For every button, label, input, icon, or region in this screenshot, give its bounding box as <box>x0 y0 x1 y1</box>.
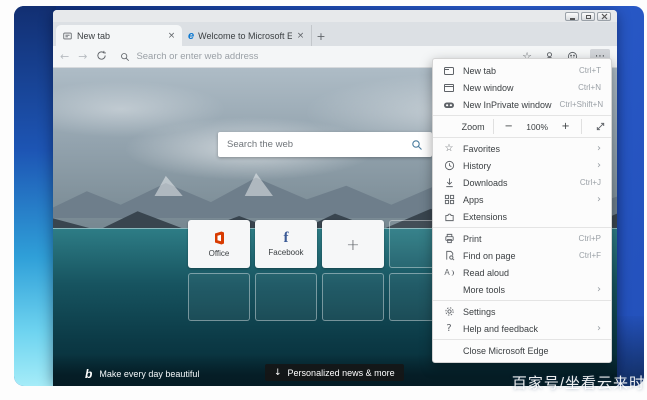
search-placeholder: Search the web <box>227 139 411 150</box>
chevron-right-icon: › <box>597 285 601 295</box>
minimize-button[interactable] <box>565 12 579 21</box>
chevron-right-icon: › <box>597 144 601 154</box>
menu-item-new-window[interactable]: New window Ctrl+N <box>433 79 611 96</box>
read-aloud-icon: A <box>443 268 455 277</box>
settings-gear-icon <box>443 306 455 317</box>
menu-item-print[interactable]: Print Ctrl+P <box>433 230 611 247</box>
downloads-icon <box>443 177 455 188</box>
tab-close-icon[interactable]: × <box>296 31 305 41</box>
quick-link-tiles: Office f Facebook + <box>188 220 451 268</box>
settings-and-more-menu: New tab Ctrl+T New window Ctrl+N New InP… <box>432 58 612 363</box>
menu-item-settings[interactable]: Settings <box>433 303 611 320</box>
tab-new-tab[interactable]: New tab × <box>56 25 182 46</box>
tile-label: Facebook <box>268 248 303 257</box>
office-icon <box>211 230 227 246</box>
bing-tagline: Make every day beautiful <box>99 369 199 379</box>
personalized-news-button[interactable]: ↓ Personalized news & more <box>265 364 404 381</box>
chevron-right-icon: › <box>597 195 601 205</box>
print-icon <box>443 233 455 244</box>
news-button-label: Personalized news & more <box>288 368 395 378</box>
tab-title: New tab <box>77 31 163 41</box>
chevron-right-icon: › <box>597 161 601 171</box>
tab-strip: New tab × e Welcome to Microsoft Edge Ca… <box>53 22 617 46</box>
menu-item-help-and-feedback[interactable]: ? Help and feedback › <box>433 320 611 337</box>
close-icon <box>601 13 608 20</box>
tile-label: Office <box>209 249 230 258</box>
tab-title: Welcome to Microsoft Edge Can <box>198 31 292 41</box>
help-question-icon: ? <box>443 323 455 334</box>
new-tab-icon <box>443 65 455 77</box>
menu-item-read-aloud[interactable]: A Read aloud <box>433 264 611 281</box>
empty-tile-slot <box>255 273 317 321</box>
watermark-text: 百家号/坐看云来时 <box>512 372 645 393</box>
refresh-icon[interactable] <box>96 50 107 64</box>
new-tab-page-icon <box>62 31 73 41</box>
menu-item-new-tab[interactable]: New tab Ctrl+T <box>433 62 611 79</box>
tab-welcome[interactable]: e Welcome to Microsoft Edge Can × <box>182 25 312 46</box>
menu-item-downloads[interactable]: Downloads Ctrl+J <box>433 174 611 191</box>
minimize-icon <box>570 18 575 20</box>
maximize-button[interactable] <box>581 12 595 21</box>
menu-separator <box>433 300 611 301</box>
down-arrow-icon: ↓ <box>274 368 282 378</box>
tile-office[interactable]: Office <box>188 220 250 268</box>
bing-logo-icon: b <box>85 367 92 381</box>
window-controls <box>565 12 611 21</box>
web-search-box[interactable]: Search the web <box>218 132 432 157</box>
menu-item-zoom: Zoom − 100% + <box>433 118 611 135</box>
empty-tile-slot <box>188 273 250 321</box>
screenshot-canvas: New tab × e Welcome to Microsoft Edge Ca… <box>0 0 647 400</box>
new-tab-button[interactable]: + <box>312 26 330 46</box>
tab-close-icon[interactable]: × <box>167 31 176 41</box>
menu-divider <box>493 119 494 134</box>
menu-separator <box>433 115 611 116</box>
zoom-level: 100% <box>524 122 551 132</box>
address-placeholder: Search or enter web address <box>136 51 258 62</box>
extensions-icon <box>443 211 455 222</box>
forward-icon[interactable]: → <box>78 51 87 62</box>
menu-separator <box>433 137 611 138</box>
menu-item-apps[interactable]: Apps › <box>433 191 611 208</box>
tile-facebook[interactable]: f Facebook <box>255 220 317 268</box>
apps-icon <box>443 194 455 205</box>
edge-logo-icon: e <box>188 30 194 42</box>
wallpaper-left-band <box>14 6 56 386</box>
menu-item-find-on-page[interactable]: Find on page Ctrl+F <box>433 247 611 264</box>
find-on-page-icon <box>443 250 455 261</box>
search-icon <box>120 52 130 62</box>
empty-tile-row <box>188 273 451 321</box>
new-window-icon <box>443 82 455 94</box>
menu-item-favorites[interactable]: ☆ Favorites › <box>433 140 611 157</box>
menu-item-extensions[interactable]: Extensions <box>433 208 611 225</box>
window-titlebar <box>53 10 617 22</box>
search-icon <box>411 139 423 151</box>
desktop-wallpaper: New tab × e Welcome to Microsoft Edge Ca… <box>14 6 644 386</box>
menu-item-new-inprivate-window[interactable]: New InPrivate window Ctrl+Shift+N <box>433 96 611 113</box>
maximize-icon <box>586 15 591 19</box>
inprivate-icon <box>443 99 455 111</box>
close-button[interactable] <box>597 12 611 21</box>
menu-separator <box>433 227 611 228</box>
empty-tile-slot <box>322 273 384 321</box>
menu-item-more-tools[interactable]: More tools › <box>433 281 611 298</box>
facebook-icon: f <box>284 231 289 245</box>
menu-separator <box>433 339 611 340</box>
zoom-in-button[interactable]: + <box>559 121 573 132</box>
favorites-star-icon: ☆ <box>443 143 455 154</box>
menu-item-history[interactable]: History › <box>433 157 611 174</box>
menu-item-close-microsoft-edge[interactable]: Close Microsoft Edge <box>433 342 611 359</box>
add-tile-button[interactable]: + <box>322 220 384 268</box>
zoom-out-button[interactable]: − <box>502 121 516 132</box>
back-icon[interactable]: ← <box>60 51 69 62</box>
bing-attribution: b Make every day beautiful <box>85 367 199 381</box>
menu-divider <box>581 119 582 134</box>
history-icon <box>443 160 455 171</box>
fullscreen-icon[interactable] <box>590 121 611 132</box>
chevron-right-icon: › <box>597 324 601 334</box>
